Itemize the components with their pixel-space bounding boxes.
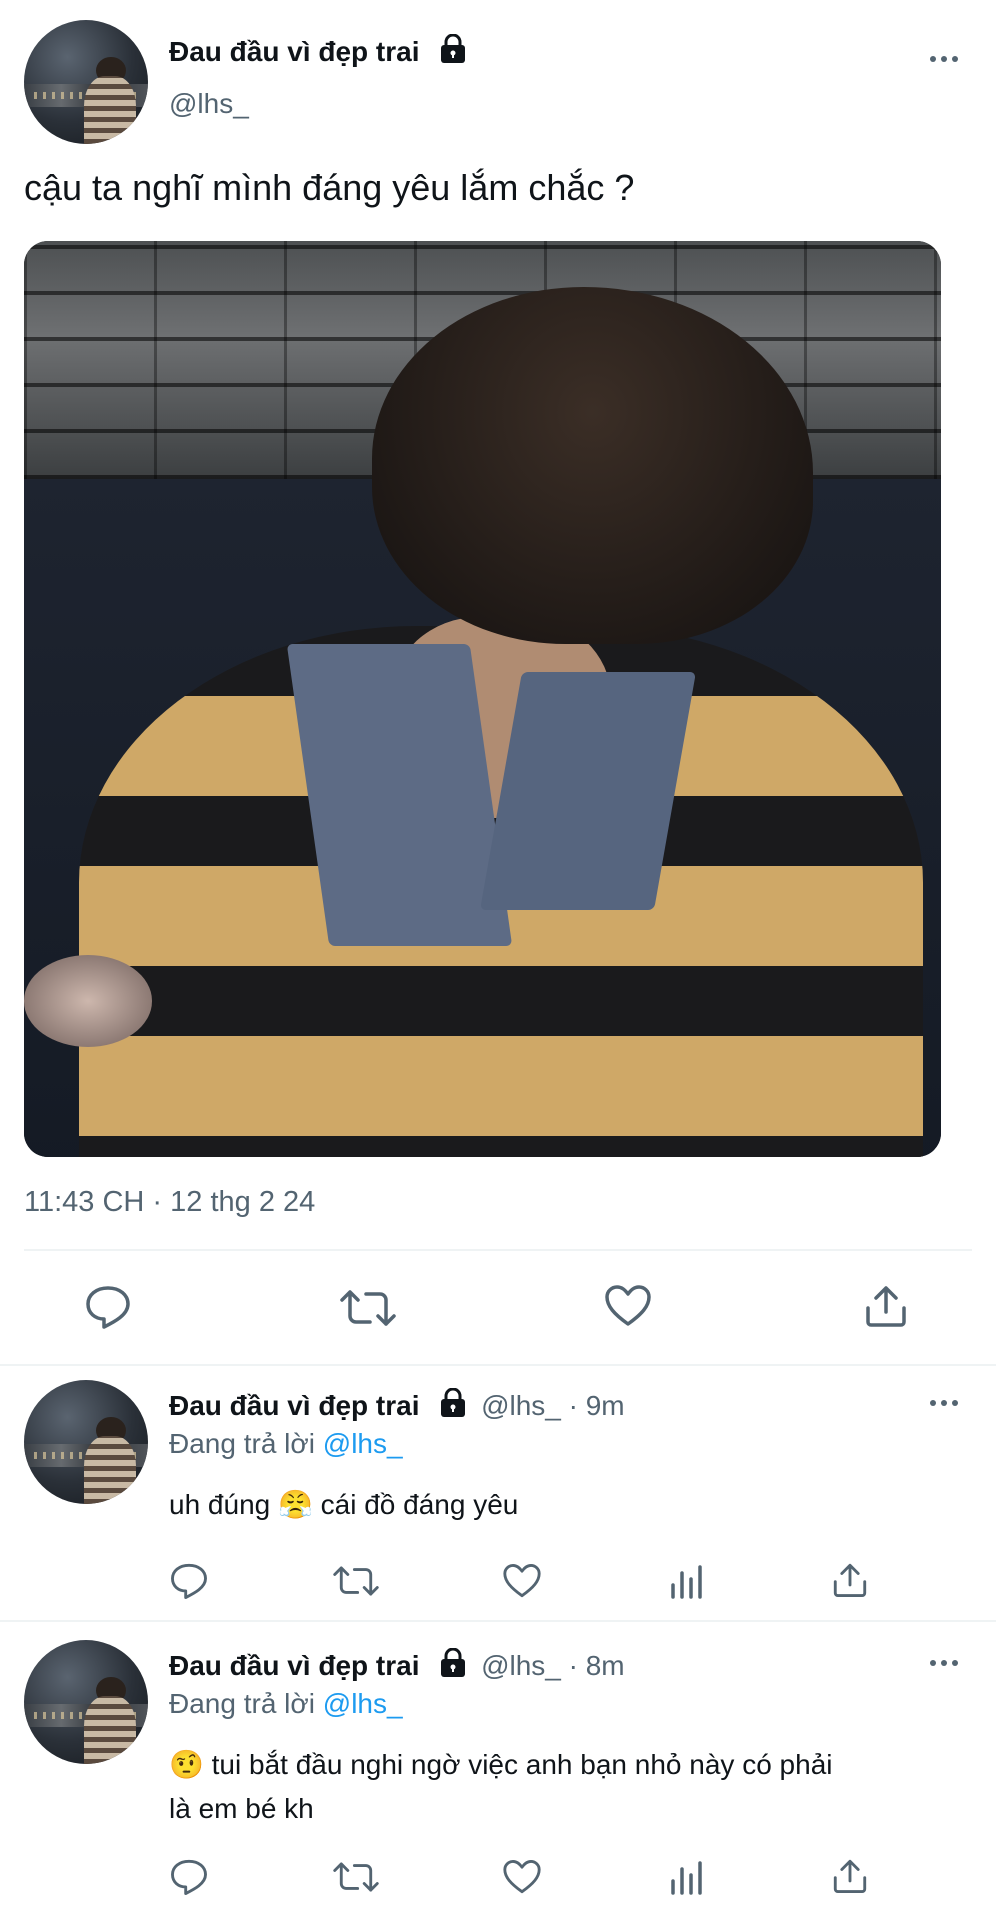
- reply-author-name[interactable]: Đau đầu vì đẹp trai @lhs_ · 9m: [169, 1388, 625, 1422]
- reply-text-after: cái đồ đáng yêu: [312, 1489, 519, 1520]
- reply-text-line-1-text: tui bắt đầu nghi ngờ việc anh bạn nhỏ nà…: [203, 1749, 833, 1780]
- tweet-text: cậu ta nghĩ mình đáng yêu lắm chắc ?: [24, 167, 635, 208]
- like-icon[interactable]: [502, 1563, 542, 1599]
- divider: [0, 1364, 996, 1366]
- reply-author-name-text[interactable]: Đau đầu vì đẹp trai: [169, 1650, 420, 1681]
- share-icon[interactable]: [864, 1284, 908, 1328]
- share-icon[interactable]: [832, 1562, 868, 1598]
- reply-meta[interactable]: @lhs_ · 9m: [481, 1390, 625, 1421]
- reply-text: uh đúng 😤 cái đồ đáng yêu: [169, 1483, 518, 1527]
- lock-icon: [439, 1648, 467, 1678]
- views-icon[interactable]: [670, 1563, 704, 1601]
- retweet-icon[interactable]: [333, 1563, 379, 1599]
- replying-to: Đang trả lời @lhs_: [169, 1428, 403, 1460]
- share-icon[interactable]: [832, 1858, 868, 1894]
- reply-icon[interactable]: [169, 1562, 209, 1600]
- more-icon[interactable]: [930, 1400, 958, 1406]
- reply-icon[interactable]: [84, 1284, 132, 1330]
- retweet-icon[interactable]: [333, 1859, 379, 1895]
- more-icon[interactable]: [930, 56, 958, 62]
- tweet-timestamp[interactable]: 11:43 CH · 12 thg 2 24: [24, 1186, 315, 1219]
- replying-to-label: Đang trả lời: [169, 1688, 323, 1719]
- lock-icon: [439, 1388, 467, 1418]
- reply-meta[interactable]: @lhs_ · 8m: [481, 1650, 625, 1681]
- reply-icon[interactable]: [169, 1858, 209, 1896]
- replying-to: Đang trả lời @lhs_: [169, 1688, 403, 1720]
- reply-author-name[interactable]: Đau đầu vì đẹp trai @lhs_ · 8m: [169, 1648, 625, 1682]
- more-icon[interactable]: [930, 1660, 958, 1666]
- views-icon[interactable]: [670, 1859, 704, 1897]
- avatar[interactable]: [24, 1640, 148, 1764]
- replying-to-label: Đang trả lời: [169, 1428, 323, 1459]
- divider: [24, 1249, 972, 1251]
- reply-mention[interactable]: @lhs_: [323, 1428, 403, 1459]
- tweet-photo[interactable]: [24, 241, 941, 1157]
- reply-text-line-2: là em bé kh: [169, 1793, 314, 1824]
- author-name-text[interactable]: Đau đầu vì đẹp trai: [169, 36, 420, 67]
- reply-text: 🤨 tui bắt đầu nghi ngờ việc anh bạn nhỏ …: [169, 1743, 969, 1831]
- author-name[interactable]: Đau đầu vì đẹp trai: [169, 34, 467, 68]
- divider: [0, 1620, 996, 1622]
- reply-mention[interactable]: @lhs_: [323, 1688, 403, 1719]
- like-icon[interactable]: [502, 1859, 542, 1895]
- retweet-icon[interactable]: [340, 1286, 396, 1330]
- author-handle[interactable]: @lhs_: [169, 88, 249, 120]
- reply-emoji: 🤨: [169, 1749, 204, 1780]
- reply-author-name-text[interactable]: Đau đầu vì đẹp trai: [169, 1390, 420, 1421]
- avatar[interactable]: [24, 1380, 148, 1504]
- reply-text-line-1: 🤨 tui bắt đầu nghi ngờ việc anh bạn nhỏ …: [169, 1743, 969, 1787]
- avatar[interactable]: [24, 20, 148, 144]
- lock-icon: [439, 34, 467, 64]
- reply-text-before: uh đúng: [169, 1489, 278, 1520]
- like-icon[interactable]: [604, 1284, 652, 1328]
- reply-emoji: 😤: [278, 1489, 313, 1520]
